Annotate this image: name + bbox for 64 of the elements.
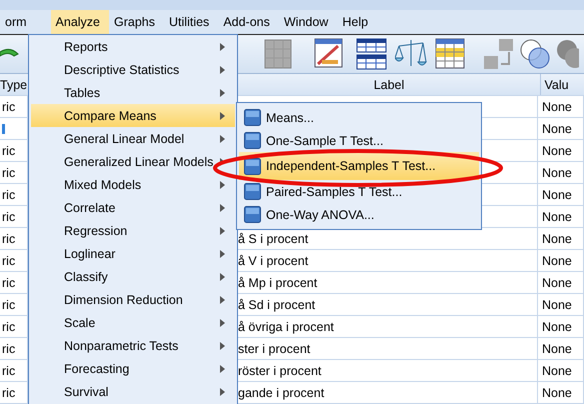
column-header[interactable]: Label bbox=[238, 74, 541, 95]
table-cell: None bbox=[542, 320, 572, 334]
table-cell: None bbox=[542, 364, 572, 378]
menu-item[interactable]: Utilities bbox=[164, 10, 218, 34]
menu-item[interactable]: Means... bbox=[239, 106, 479, 129]
table-cell: ric bbox=[2, 144, 16, 158]
table-cell: None bbox=[542, 342, 572, 356]
menu-item[interactable]: Window bbox=[278, 10, 338, 34]
menu-item[interactable]: Classify bbox=[31, 265, 235, 288]
menu-item[interactable]: Graphs bbox=[109, 10, 164, 34]
menu-item[interactable]: Regression bbox=[31, 219, 235, 242]
table-cell: å Sd i procent bbox=[238, 298, 316, 312]
table-cell: ric bbox=[2, 320, 16, 334]
menu-item[interactable]: Tables bbox=[31, 81, 235, 104]
menu-item[interactable]: Loglinear bbox=[31, 242, 235, 265]
table-cell: ric bbox=[2, 210, 16, 224]
menu-item[interactable]: Dimension Reduction bbox=[31, 288, 235, 311]
table-cell: None bbox=[542, 122, 572, 136]
table-cell: ric bbox=[2, 342, 16, 356]
menu-item[interactable]: One-Way ANOVA... bbox=[239, 203, 479, 226]
table-cell: ric bbox=[2, 386, 16, 400]
menu-item[interactable]: Add-ons bbox=[218, 10, 279, 34]
menu-item[interactable]: Analyze bbox=[50, 10, 110, 34]
table-cell: ster i procent bbox=[238, 342, 310, 356]
table-cell: gande i procent bbox=[238, 386, 324, 400]
table-cell: None bbox=[542, 100, 572, 114]
table-cell: å Mp i procent bbox=[238, 276, 318, 290]
table-cell: ric bbox=[2, 232, 16, 246]
table-cell: å V i procent bbox=[238, 254, 308, 268]
menu-item[interactable]: Descriptive Statistics bbox=[31, 58, 235, 81]
table-cell: ric bbox=[2, 166, 16, 180]
table-cell: None bbox=[542, 188, 572, 202]
table-cell: röster i procent bbox=[238, 364, 322, 378]
table-cell: None bbox=[542, 210, 572, 224]
menu-item[interactable]: Mixed Models bbox=[31, 173, 235, 196]
menu-item[interactable]: Survival bbox=[31, 380, 235, 403]
menu-item[interactable]: Forecasting bbox=[31, 357, 235, 380]
table-cell: ric bbox=[2, 298, 16, 312]
column-header[interactable]: Type bbox=[0, 74, 29, 95]
table-cell: ric bbox=[2, 100, 16, 114]
menu-item[interactable]: Correlate bbox=[31, 196, 235, 219]
table-cell: None bbox=[542, 254, 572, 268]
table-cell: None bbox=[542, 298, 572, 312]
table-cell: None bbox=[542, 232, 572, 246]
menu-item[interactable]: Paired-Samples T Test... bbox=[239, 180, 479, 203]
menu-item[interactable]: One-Sample T Test... bbox=[239, 129, 479, 152]
table-cell: å övriga i procent bbox=[238, 320, 334, 334]
table-cell: ric bbox=[2, 364, 16, 378]
table-cell: None bbox=[542, 386, 572, 400]
table-cell: None bbox=[542, 276, 572, 290]
table-cell: ric bbox=[2, 254, 16, 268]
table-cell: None bbox=[542, 166, 572, 180]
table-cell: ric bbox=[2, 188, 16, 202]
menu-item[interactable]: Nonparametric Tests bbox=[31, 334, 235, 357]
column-header[interactable]: Valu bbox=[541, 74, 584, 95]
table-cell: å S i procent bbox=[238, 232, 308, 246]
table-cell: ric bbox=[2, 276, 16, 290]
menu-item[interactable]: Help bbox=[337, 10, 378, 34]
table-cell: None bbox=[542, 144, 572, 158]
menu-item[interactable]: Scale bbox=[31, 311, 235, 334]
menu-item[interactable]: Compare Means bbox=[31, 104, 235, 127]
menu-item[interactable]: orm bbox=[0, 10, 36, 34]
menu-item[interactable]: General Linear Model bbox=[31, 127, 235, 150]
menu-item[interactable]: Reports bbox=[31, 35, 235, 58]
